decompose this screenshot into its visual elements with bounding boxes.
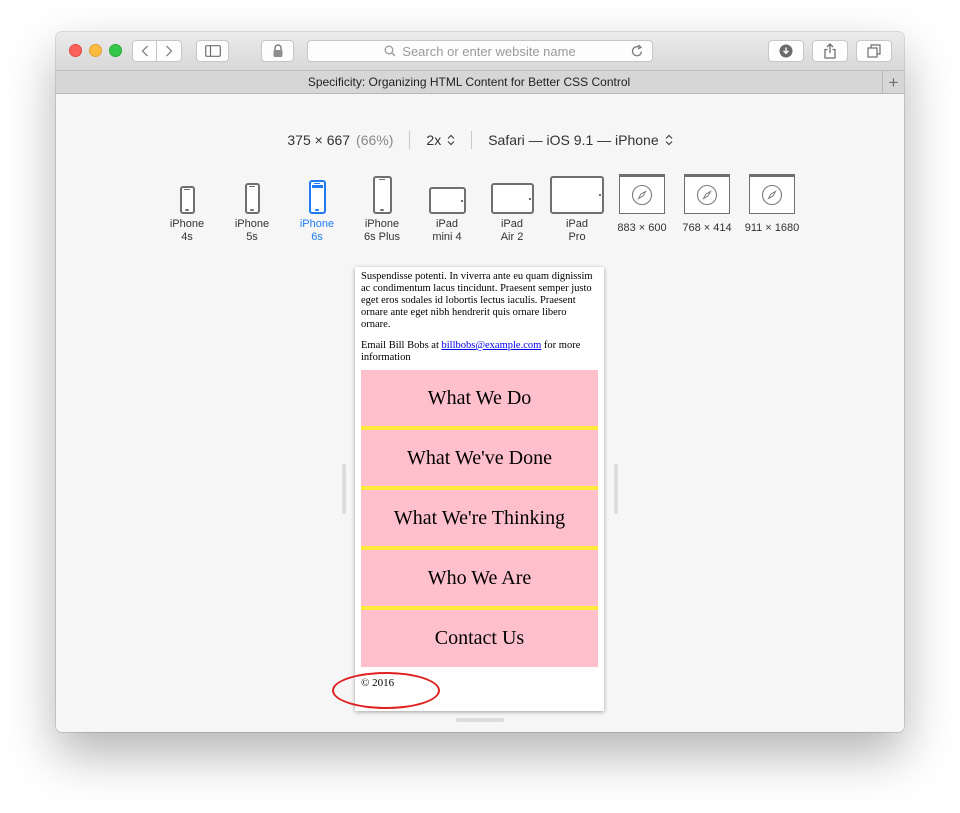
- share-icon: [824, 43, 836, 59]
- downloads-button[interactable]: [768, 40, 804, 62]
- resize-handle-right[interactable]: [614, 464, 618, 514]
- address-placeholder: Search or enter website name: [402, 43, 576, 59]
- safari-compass-icon: [612, 172, 672, 214]
- device-label: iPhone 4s: [169, 218, 205, 243]
- body-paragraph: Suspendisse potenti. In viverra ante eu …: [361, 271, 593, 330]
- tab-bar: Specificity: Organizing HTML Content for…: [56, 70, 904, 94]
- lock-icon: [273, 44, 282, 57]
- email-link[interactable]: billbobs@example.com: [442, 340, 542, 351]
- tabs-icon: [867, 44, 881, 58]
- responsive-design-mode: 375 × 667 (66%) 2x Safari — iOS 9.1 — iP…: [56, 94, 904, 732]
- show-all-tabs-button[interactable]: [856, 40, 892, 62]
- close-window-button[interactable]: [69, 44, 82, 57]
- chevron-right-icon: [166, 45, 173, 57]
- menu-item-what-weve-done[interactable]: What We've Done: [361, 430, 598, 490]
- device-label: 768 × 414: [682, 222, 732, 234]
- menu-item-what-were-thinking[interactable]: What We're Thinking: [361, 490, 598, 550]
- annotation-ellipse: [332, 672, 440, 709]
- device-911x1680[interactable]: 911 × 1680: [742, 172, 802, 252]
- private-browsing-button[interactable]: [261, 40, 294, 62]
- tab-title[interactable]: Specificity: Organizing HTML Content for…: [56, 71, 882, 93]
- divider: [409, 131, 411, 149]
- pixel-ratio-select[interactable]: 2x: [426, 132, 441, 148]
- address-bar[interactable]: Search or enter website name: [307, 40, 653, 62]
- iphone-icon: [352, 172, 412, 214]
- email-paragraph: Email Bill Bobs at billbobs@example.com …: [361, 340, 581, 363]
- ipad-icon: [482, 172, 542, 214]
- device-label: 883 × 600: [617, 222, 667, 234]
- page-content: Suspendisse potenti. In viverra ante eu …: [361, 271, 598, 689]
- device-label: iPhone 6s: [299, 218, 335, 243]
- iphone-icon: [157, 172, 217, 214]
- device-iphone-6s-plus[interactable]: iPhone 6s Plus: [352, 172, 412, 252]
- forward-button[interactable]: [157, 40, 182, 62]
- nav-menu: What We Do What We've Done What We're Th…: [361, 370, 598, 667]
- iphone-icon: [287, 172, 347, 214]
- safari-window: Search or enter website name Specificity…: [56, 32, 904, 732]
- share-button[interactable]: [812, 40, 848, 62]
- ipad-icon: [417, 172, 477, 214]
- device-ipad-pro[interactable]: iPad Pro: [547, 172, 607, 252]
- menu-item-who-we-are[interactable]: Who We Are: [361, 550, 598, 610]
- divider: [471, 131, 473, 149]
- device-768x414[interactable]: 768 × 414: [677, 172, 737, 252]
- menu-item-contact-us[interactable]: Contact Us: [361, 610, 598, 667]
- updown-chevron-icon[interactable]: [447, 134, 455, 146]
- minimize-window-button[interactable]: [89, 44, 102, 57]
- sidebar-toggle-button[interactable]: [196, 40, 229, 62]
- viewport-resolution[interactable]: 375 × 667: [287, 132, 350, 148]
- device-label: iPhone 6s Plus: [363, 218, 401, 243]
- device-list: iPhone 4s iPhone 5s iPhone 6s iPhone 6s Plus…: [56, 172, 904, 252]
- updown-chevron-icon[interactable]: [665, 134, 673, 146]
- device-iphone-5s[interactable]: iPhone 5s: [222, 172, 282, 252]
- device-ipad-mini-4[interactable]: iPad mini 4: [417, 172, 477, 252]
- device-label: 911 × 1680: [744, 222, 800, 234]
- reload-icon[interactable]: [631, 44, 644, 58]
- device-label: iPad Air 2: [500, 218, 524, 243]
- toolbar: Search or enter website name: [56, 32, 904, 70]
- resize-handle-bottom[interactable]: [456, 718, 504, 722]
- device-883x600[interactable]: 883 × 600: [612, 172, 672, 252]
- user-agent-select[interactable]: Safari — iOS 9.1 — iPhone: [488, 132, 658, 148]
- device-viewport: Suspendisse potenti. In viverra ante eu …: [355, 267, 604, 711]
- sidebar-icon: [204, 45, 221, 57]
- zoom-window-button[interactable]: [109, 44, 122, 57]
- iphone-icon: [222, 172, 282, 214]
- device-ipad-air-2[interactable]: iPad Air 2: [482, 172, 542, 252]
- device-iphone-6s[interactable]: iPhone 6s: [287, 172, 347, 252]
- menu-item-what-we-do[interactable]: What We Do: [361, 370, 598, 430]
- device-label: iPad Pro: [565, 218, 589, 243]
- search-icon: [384, 45, 396, 57]
- download-icon: [779, 44, 793, 58]
- responsive-design-toolbar: 375 × 667 (66%) 2x Safari — iOS 9.1 — iP…: [56, 130, 904, 150]
- safari-compass-icon: [742, 172, 802, 214]
- new-tab-button[interactable]: +: [882, 71, 904, 93]
- device-iphone-4s[interactable]: iPhone 4s: [157, 172, 217, 252]
- chevron-left-icon: [141, 45, 148, 57]
- safari-compass-icon: [677, 172, 737, 214]
- device-label: iPhone 5s: [234, 218, 270, 243]
- ipad-icon: [547, 172, 607, 214]
- back-button[interactable]: [132, 40, 157, 62]
- viewport-zoom: (66%): [356, 132, 394, 148]
- resize-handle-left[interactable]: [342, 464, 346, 514]
- device-label: iPad mini 4: [432, 218, 462, 243]
